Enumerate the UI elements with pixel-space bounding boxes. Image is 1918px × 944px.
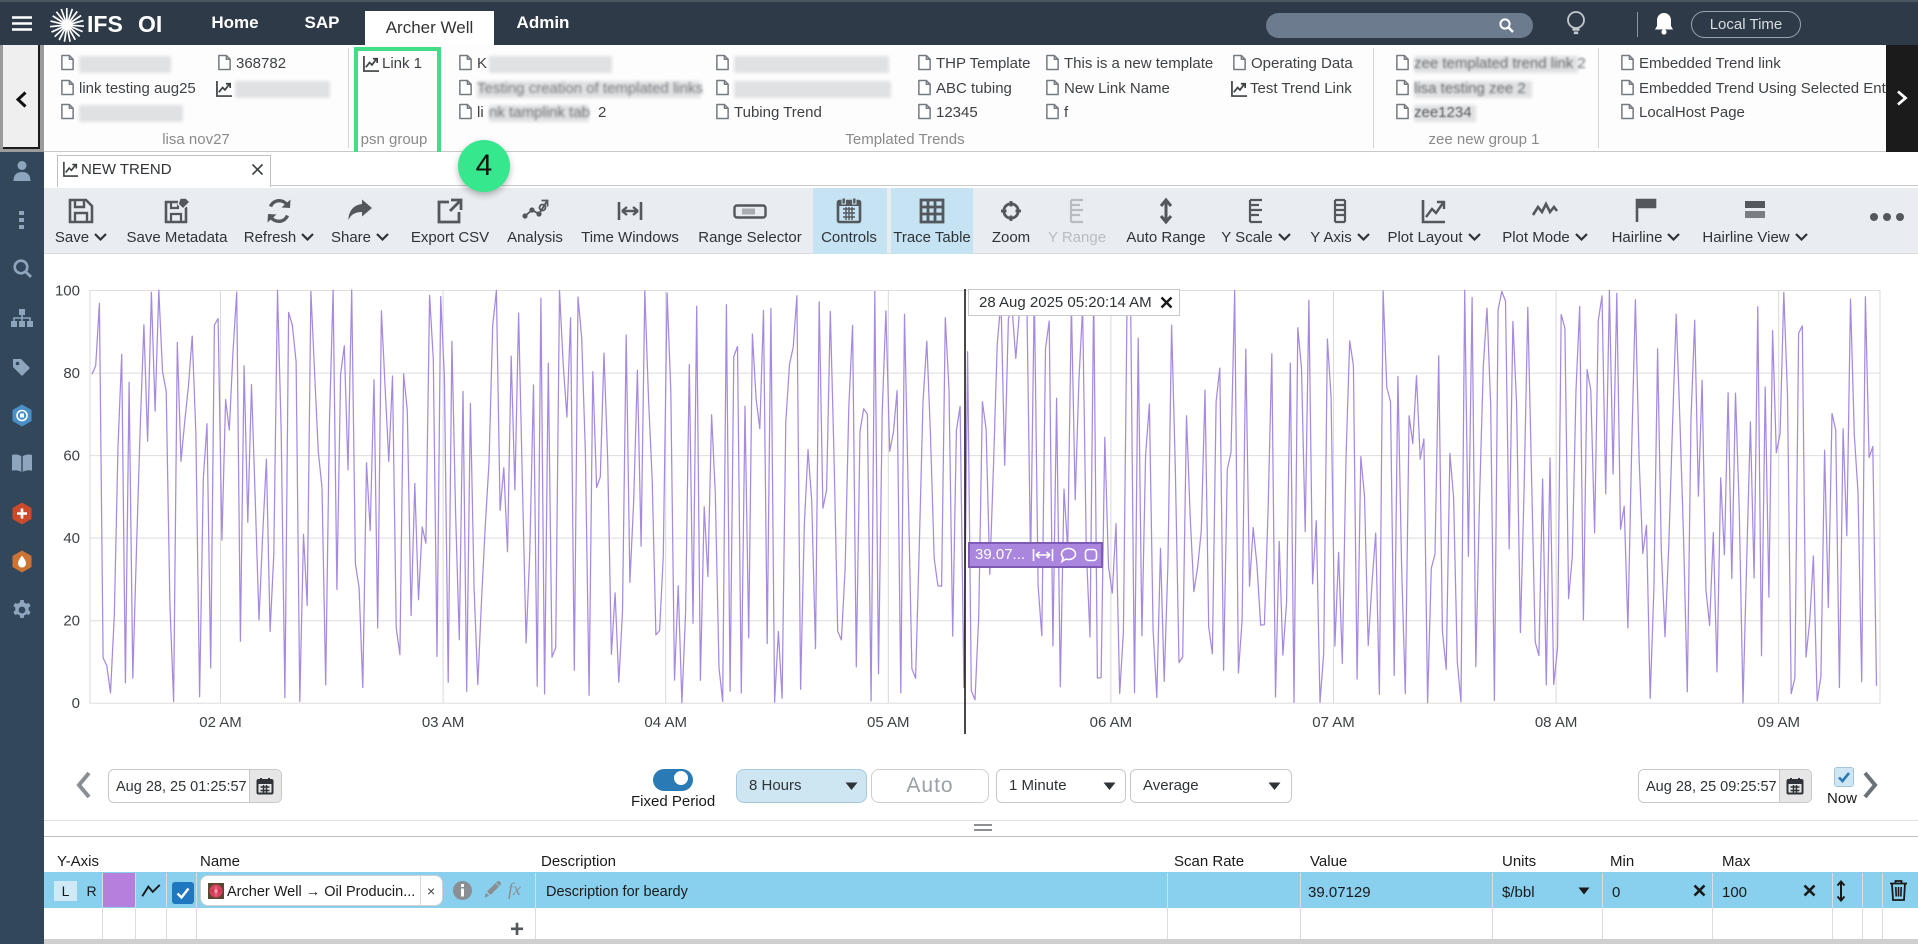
svg-text:03 AM: 03 AM (422, 714, 465, 731)
svg-text:02 AM: 02 AM (199, 714, 242, 731)
svg-text:05 AM: 05 AM (867, 714, 910, 731)
svg-text:40: 40 (63, 530, 80, 547)
svg-text:0: 0 (72, 695, 80, 712)
svg-text:08 AM: 08 AM (1535, 714, 1578, 731)
svg-text:06 AM: 06 AM (1090, 714, 1133, 731)
svg-text:04 AM: 04 AM (644, 714, 687, 731)
svg-text:60: 60 (63, 448, 80, 465)
svg-text:07 AM: 07 AM (1312, 714, 1355, 731)
svg-text:20: 20 (63, 613, 80, 630)
svg-text:09 AM: 09 AM (1757, 714, 1800, 731)
svg-text:100: 100 (55, 283, 80, 300)
svg-text:80: 80 (63, 365, 80, 382)
